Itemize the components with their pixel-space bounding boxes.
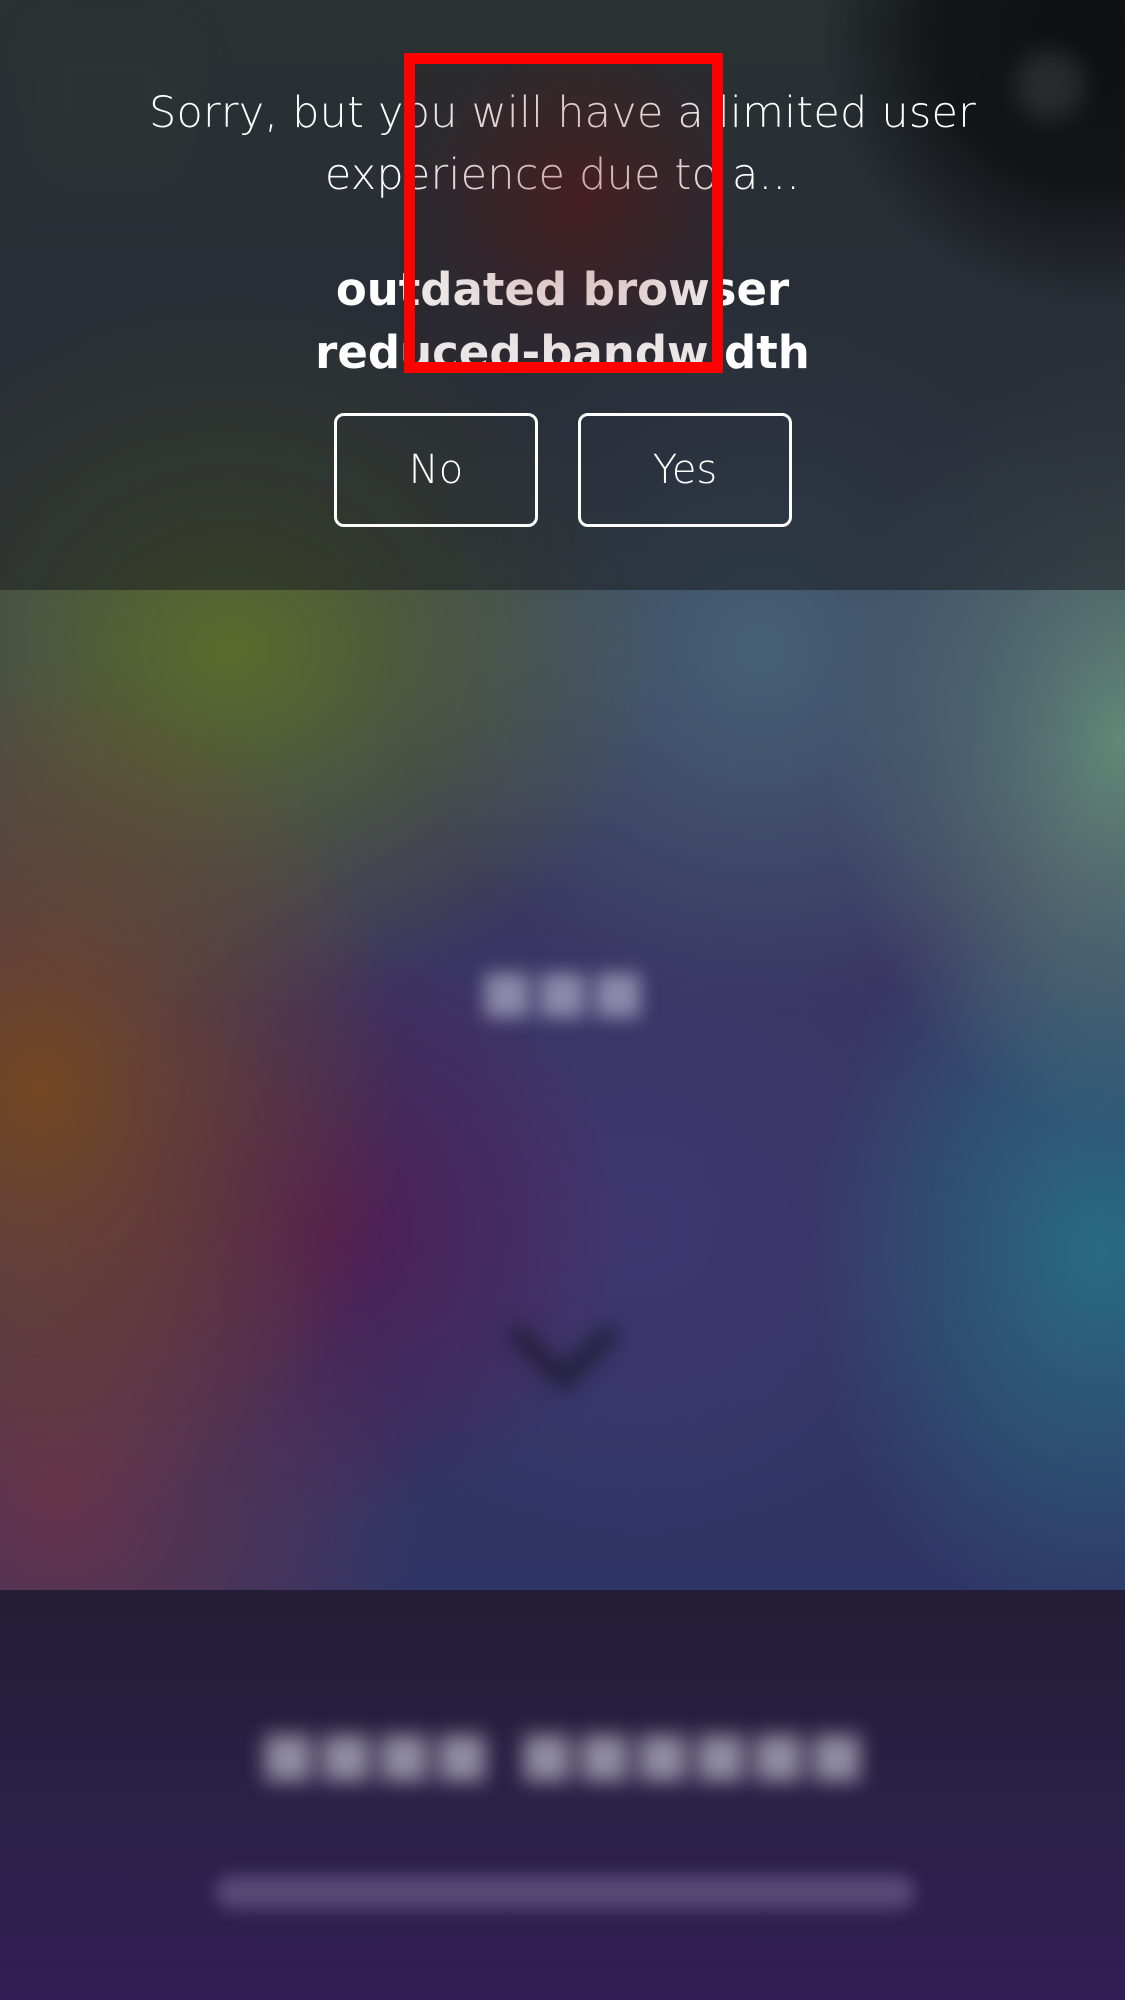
section-subtitle (215, 1875, 915, 1909)
chevron-down-icon (508, 1325, 618, 1390)
yes-button[interactable]: Yes (578, 413, 792, 527)
section-headline: ■■■■ ■■■■■■ (259, 1701, 866, 1808)
hero-logo: ■■■ (479, 941, 646, 1043)
no-button[interactable]: No (334, 413, 538, 527)
highlight-annotation (404, 53, 723, 373)
